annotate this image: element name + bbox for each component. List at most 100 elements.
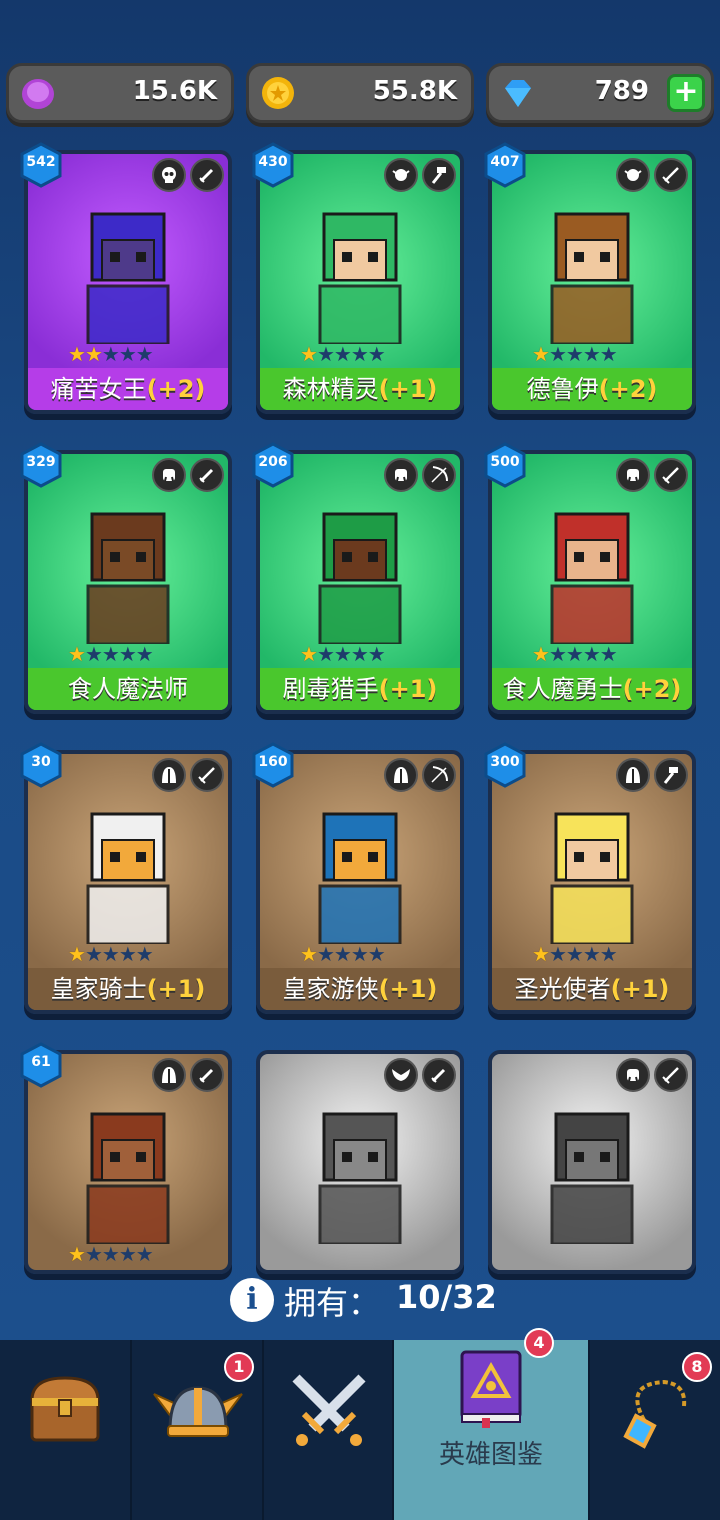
star-icon: ★ (316, 342, 335, 366)
hero-level-badge: 430 (250, 142, 296, 188)
hero-portrait (318, 512, 402, 644)
star-rating: ★★★★★ (532, 642, 618, 666)
sword-icon (190, 758, 224, 792)
diamond-icon (505, 80, 531, 107)
hammer-icon (422, 158, 456, 192)
gold-counter[interactable]: 55.8K (246, 63, 474, 123)
hero-card[interactable]: ★★★★★ 痛苦女王(+2) (24, 150, 232, 414)
purple-gem-icon (22, 79, 54, 109)
hero-level-badge: 30 (18, 742, 64, 788)
hero-level: 430 (258, 154, 288, 170)
star-icon: ★ (367, 942, 386, 966)
star-icon: ★ (118, 342, 137, 366)
hero-level: 407 (490, 154, 520, 170)
orc-icon (152, 458, 186, 492)
hero-bonus: (+1) (610, 975, 670, 1003)
star-icon: ★ (350, 642, 369, 666)
star-rating: ★★★★★ (68, 942, 154, 966)
hero-portrait (550, 812, 634, 944)
helmet-icon (152, 758, 186, 792)
hero-bonus: (+1) (378, 675, 438, 703)
hero-level-badge: 160 (250, 742, 296, 788)
hero-portrait (318, 1112, 402, 1244)
star-icon: ★ (68, 1242, 86, 1266)
star-icon: ★ (333, 642, 352, 666)
hero-bonus: (+1) (146, 975, 206, 1003)
hero-card[interactable]: ★★★★★ 森林精灵(+1) (256, 150, 464, 414)
hero-name: 痛苦女王 (50, 375, 147, 403)
hero-portrait (86, 812, 170, 944)
hero-card[interactable]: ★★★★★ 食人魔法师 (24, 450, 232, 714)
tab-hero-collection[interactable]: 4 英雄图鉴 (394, 1328, 590, 1520)
hero-card[interactable]: ★★★★★ 食人魔勇士(+2) (488, 450, 696, 714)
hero-level-badge: 542 (18, 142, 64, 188)
gold-value: 55.8K (372, 76, 457, 106)
sword-icon (654, 158, 688, 192)
elf-icon (384, 158, 418, 192)
hero-card[interactable]: ★★★★★ 皇家游侠(+1) (256, 750, 464, 1014)
hero-card[interactable] (256, 1050, 464, 1274)
star-icon: ★ (84, 942, 103, 966)
hero-level: 329 (26, 454, 56, 470)
diamond-counter[interactable]: 789 + (486, 63, 714, 123)
star-icon: ★ (300, 942, 318, 966)
hero-level-badge: 407 (482, 142, 528, 188)
star-rating: ★★★★★ (532, 342, 618, 366)
tab-battle[interactable] (264, 1340, 394, 1520)
sword-icon (654, 1058, 688, 1092)
hero-level: 30 (31, 754, 51, 770)
ownership-value: 10/32 (396, 1278, 497, 1316)
star-icon: ★ (135, 1242, 154, 1266)
tab-heroes[interactable]: 1 (132, 1340, 264, 1520)
gold-coin-icon (262, 77, 294, 109)
heroes-notification-badge: 1 (224, 1352, 254, 1382)
star-icon: ★ (548, 642, 567, 666)
hero-card[interactable]: ★★★★★ 皇家骑士(+1) (24, 750, 232, 1014)
hero-name-bar: 皇家游侠(+1) (260, 968, 460, 1010)
star-icon: ★ (599, 942, 618, 966)
bottom-nav: 1 4 英雄图鉴 8 (0, 1328, 720, 1520)
hero-card[interactable] (488, 1050, 696, 1274)
star-icon: ★ (316, 642, 335, 666)
hero-portrait (318, 812, 402, 944)
diamond-value: 789 (594, 76, 649, 106)
collection-notification-badge: 4 (524, 1328, 554, 1358)
elf-icon (616, 158, 650, 192)
purple-gem-counter[interactable]: 15.6K (6, 63, 234, 123)
star-icon: ★ (565, 942, 584, 966)
add-diamonds-button[interactable]: + (667, 74, 705, 112)
hero-portrait (86, 512, 170, 644)
star-icon: ★ (532, 642, 550, 666)
hero-portrait (86, 1112, 170, 1244)
star-rating: ★★★★★ (68, 1242, 154, 1266)
hammer-icon (654, 758, 688, 792)
star-icon: ★ (84, 642, 103, 666)
star-icon: ★ (367, 642, 386, 666)
star-icon: ★ (135, 942, 154, 966)
bow-icon (422, 758, 456, 792)
hero-card[interactable]: ★★★★★ 剧毒猎手(+1) (256, 450, 464, 714)
star-icon: ★ (333, 342, 352, 366)
purple-gem-value: 15.6K (132, 76, 217, 106)
info-icon[interactable]: i (230, 1278, 274, 1322)
hero-card[interactable]: ★★★★★ 德鲁伊(+2) (488, 150, 696, 414)
hero-card[interactable]: ★★★★★ 圣光使者(+1) (488, 750, 696, 1014)
star-icon: ★ (565, 342, 584, 366)
hero-name-bar: 食人魔法师 (28, 668, 228, 710)
hero-name-bar: 圣光使者(+1) (492, 968, 692, 1010)
dagger-icon (422, 1058, 456, 1092)
orc-icon (616, 458, 650, 492)
hero-name: 食人魔勇士 (502, 675, 623, 703)
star-icon: ★ (118, 942, 137, 966)
hero-name: 森林精灵 (282, 375, 379, 403)
orc-icon (384, 458, 418, 492)
star-rating: ★★★★★ (300, 642, 386, 666)
hero-name: 德鲁伊 (526, 375, 599, 403)
tab-equipment[interactable]: 8 (590, 1340, 720, 1520)
skull-icon (152, 158, 186, 192)
hero-portrait (550, 1112, 634, 1244)
dagger-icon (190, 1058, 224, 1092)
star-icon: ★ (118, 642, 137, 666)
tab-shop[interactable] (0, 1340, 132, 1520)
hero-level-badge: 61 (18, 1042, 64, 1088)
